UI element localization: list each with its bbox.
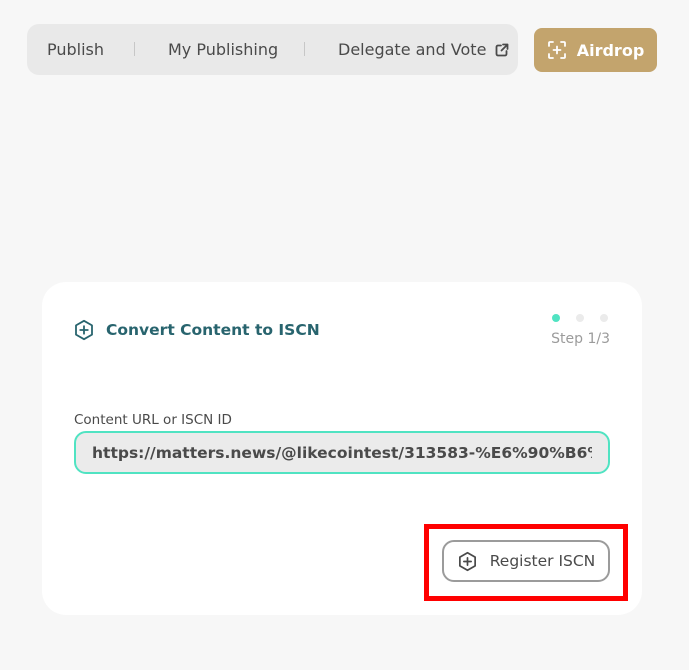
- register-iscn-label: Register ISCN: [489, 552, 596, 570]
- external-link-icon: [495, 43, 509, 57]
- airdrop-icon: [547, 40, 567, 60]
- step-label: Step 1/3: [551, 331, 610, 347]
- nav-delegate-and-vote-label: Delegate and Vote: [338, 40, 487, 59]
- nav-my-publishing-label: My Publishing: [168, 40, 279, 59]
- iscn-card: Convert Content to ISCN Step 1/3 Content…: [42, 282, 642, 615]
- nav-publish-label: Publish: [47, 40, 105, 59]
- content-url-label: Content URL or ISCN ID: [74, 412, 232, 428]
- nav-separator: [134, 42, 135, 56]
- nav-separator: [304, 42, 305, 56]
- top-nav: Publish My Publishing Delegate and Vote: [27, 24, 518, 75]
- card-header: Convert Content to ISCN: [73, 319, 320, 341]
- hexagon-plus-icon: [73, 319, 95, 341]
- airdrop-label: Airdrop: [576, 40, 645, 60]
- step-indicator: Step 1/3: [540, 313, 610, 353]
- card-title: Convert Content to ISCN: [106, 321, 320, 339]
- step-dot-3: [600, 314, 608, 322]
- nav-delegate-and-vote[interactable]: Delegate and Vote: [338, 24, 509, 75]
- nav-my-publishing[interactable]: My Publishing: [168, 24, 278, 75]
- step-dot-1: [552, 314, 560, 322]
- register-iscn-button[interactable]: Register ISCN: [442, 540, 610, 582]
- content-url-input[interactable]: [74, 431, 610, 474]
- airdrop-button[interactable]: Airdrop: [534, 28, 657, 72]
- nav-publish[interactable]: Publish: [47, 24, 104, 75]
- hexagon-plus-icon: [457, 551, 478, 572]
- step-dot-2: [576, 314, 584, 322]
